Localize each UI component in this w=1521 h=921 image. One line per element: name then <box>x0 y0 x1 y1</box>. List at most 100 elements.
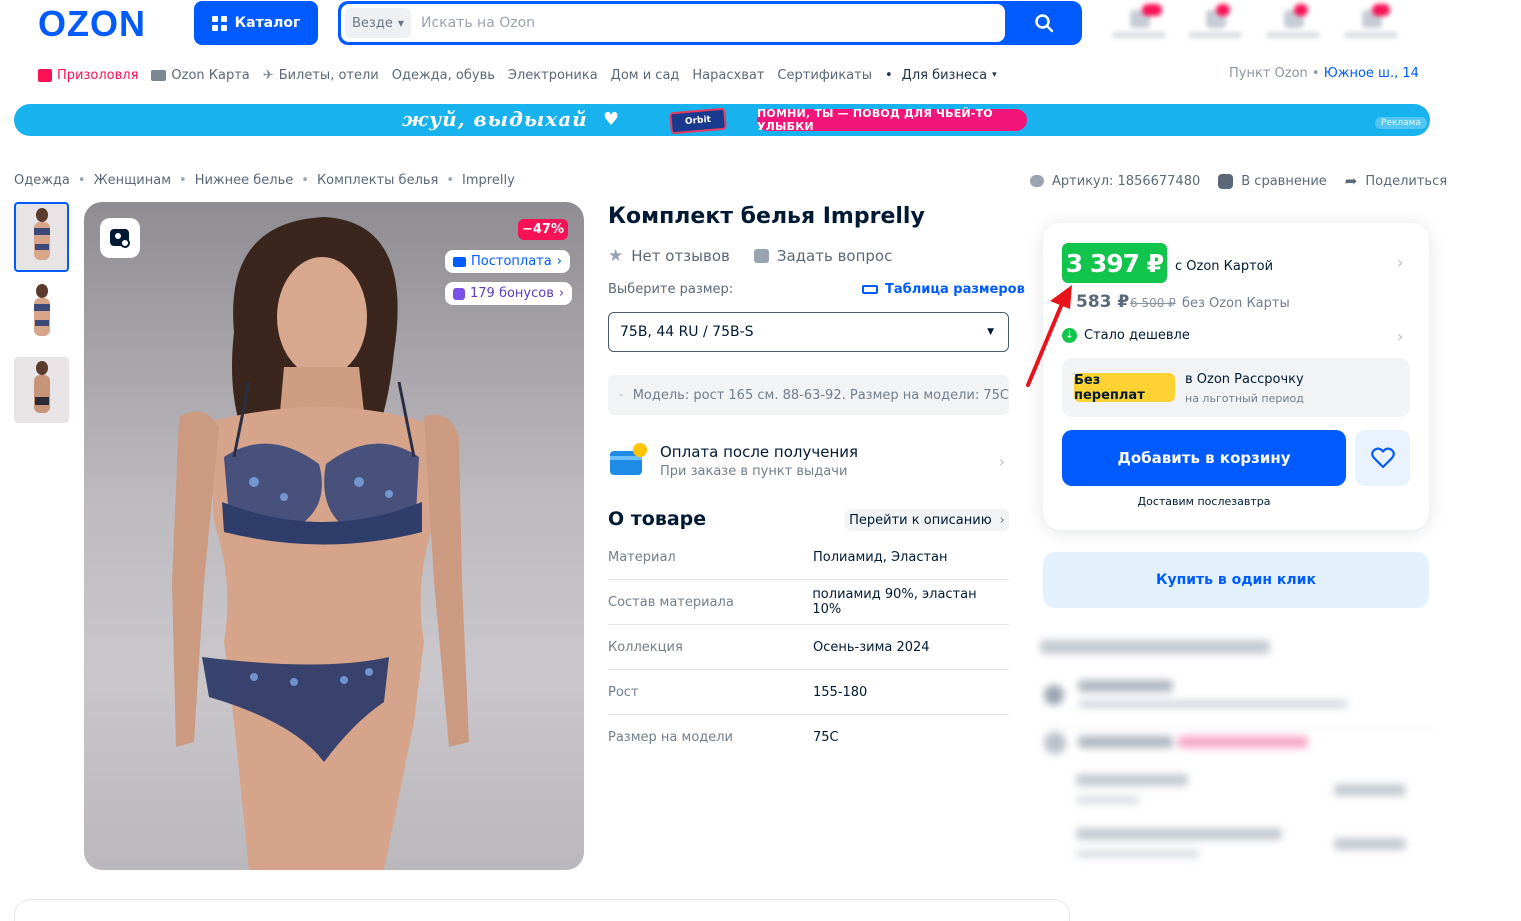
breadcrumb-separator: • <box>179 173 187 188</box>
installment-title: в Ozon Рассрочку <box>1185 372 1304 387</box>
bonus-icon <box>453 287 465 300</box>
article-number[interactable]: Артикул: 1856677480 <box>1030 174 1200 189</box>
nav-item-label: Билеты, отели <box>278 67 379 83</box>
search-icon <box>1035 14 1054 33</box>
reviews-label: Нет отзывов <box>631 247 730 265</box>
add-to-cart-button[interactable]: Добавить в корзину <box>1062 430 1346 486</box>
pay-after-receipt[interactable]: Оплата после получения При заказе в пунк… <box>608 438 1009 484</box>
favorites-icon[interactable] <box>1264 4 1322 40</box>
breadcrumb-item[interactable]: Женщинам <box>94 173 171 188</box>
model-info-text: Модель: рост 165 см. 88-63-92. Размер на… <box>632 387 1009 403</box>
nav-item-prizes[interactable]: Призоловля <box>38 68 138 83</box>
breadcrumb-separator: • <box>77 173 86 188</box>
search-button[interactable] <box>1018 8 1070 38</box>
nav-item-certificates[interactable]: Сертификаты <box>777 68 872 83</box>
postpay-label: Постоплата <box>471 254 552 269</box>
spec-key: Состав материала <box>608 594 734 610</box>
ozon-logo[interactable]: OZON <box>38 6 146 42</box>
nav-item-electronics[interactable]: Электроника <box>508 68 598 83</box>
chevron-right-icon[interactable]: › <box>1397 253 1403 272</box>
search-scope-select[interactable]: Везде ▼ <box>345 8 411 38</box>
breadcrumb-separator: • <box>301 173 309 188</box>
spec-value: 155-180 <box>813 684 868 700</box>
banner-slogan: жуй, выдыхай <box>402 107 588 131</box>
plane-icon: ✈ <box>262 67 274 83</box>
pay-text: Оплата после получения При заказе в пунк… <box>660 443 858 479</box>
reviews-row: ★ Нет отзывов Задать вопрос <box>608 246 892 266</box>
old-price: 6 500 ₽ <box>1130 296 1176 310</box>
pickup-point[interactable]: Пункт Ozon • Южное ш., 14 <box>1229 66 1419 81</box>
spec-row: Рост 155-180 <box>608 670 1009 715</box>
delivery-info: Доставим послезавтра <box>1137 495 1271 508</box>
heart-icon: ♥ <box>603 109 620 130</box>
search-scope-label: Везде <box>352 15 393 31</box>
postpay-pill[interactable]: Постоплата › <box>445 250 570 273</box>
breadcrumb: Одежда • Женщинам • Нижнее белье • Комплект… <box>14 173 515 188</box>
bonus-label: 179 бонусов <box>470 286 554 301</box>
search-input[interactable] <box>421 8 981 38</box>
spec-value: полиамид 90%, эластан 10% <box>812 587 977 617</box>
nav-item-clothes[interactable]: Одежда, обувь <box>392 68 495 83</box>
grid-icon <box>211 15 227 31</box>
catalog-label: Каталог <box>234 15 301 31</box>
wallet-icon <box>453 256 466 267</box>
ruler-icon <box>862 285 878 294</box>
chat-icon <box>1030 175 1044 187</box>
nav-item-ozon-card[interactable]: Ozon Карта <box>151 67 250 83</box>
breadcrumb-item[interactable]: Нижнее белье <box>195 173 294 188</box>
ask-question-link[interactable]: Задать вопрос <box>753 247 892 265</box>
breadcrumb-item[interactable]: Одежда <box>14 173 70 188</box>
thumbnail-3[interactable] <box>14 357 69 423</box>
spec-value: Полиамид, Эластан <box>813 549 948 565</box>
spec-key: Коллекция <box>608 639 683 655</box>
breadcrumb-item[interactable]: Комплекты белья <box>317 173 438 188</box>
size-table-label: Таблица размеров <box>885 282 1025 297</box>
buy-one-click-button[interactable]: Купить в один клик <box>1043 552 1429 608</box>
nav-item-trending[interactable]: Нарасхват <box>692 68 764 83</box>
price-dropped[interactable]: ↓ Стало дешевле <box>1062 328 1190 343</box>
chevron-down-icon: ▾ <box>992 70 997 80</box>
spec-row: Размер на модели 75C <box>608 715 1009 760</box>
nav-item-label: Ozon Карта <box>171 67 250 83</box>
size-table-link[interactable]: Таблица размеров <box>862 282 1025 297</box>
pay-subtitle: При заказе в пункт выдачи <box>660 464 848 479</box>
breadcrumb-item[interactable]: Imprelly <box>462 173 515 188</box>
chevron-right-icon[interactable]: › <box>1397 327 1403 346</box>
nav-item-business[interactable]: • Для бизнеса ▾ <box>885 68 997 83</box>
catalog-button[interactable]: Каталог <box>194 1 318 45</box>
compare-label: В сравнение <box>1241 173 1327 189</box>
selected-size: 75B, 44 RU / 75B-S <box>620 324 754 340</box>
thumbnail-2[interactable] <box>14 280 69 346</box>
goto-description-button[interactable]: Перейти к описанию › <box>845 509 1009 531</box>
reviews-link[interactable]: ★ Нет отзывов <box>608 246 730 266</box>
nav-item-tickets[interactable]: ✈ Билеты, отели <box>263 68 379 83</box>
profile-icon[interactable] <box>1186 4 1244 40</box>
orders-icon[interactable] <box>1110 4 1168 40</box>
question-icon <box>753 249 769 263</box>
image-search-button[interactable] <box>100 218 140 258</box>
pickup-address: Южное ш., 14 <box>1323 66 1419 81</box>
installment-badge: Без переплат <box>1074 373 1175 403</box>
cart-icon[interactable] <box>1342 4 1400 40</box>
spec-row: Коллекция Осень-зима 2024 <box>608 625 1009 670</box>
ozon-card-price-label: с Ozon Картой <box>1175 259 1274 274</box>
ozon-card-price: 3 397 ₽ <box>1062 243 1167 283</box>
compare-button[interactable]: В сравнение <box>1218 173 1327 189</box>
bottom-section-card <box>14 899 1070 921</box>
share-button[interactable]: ➦ Поделиться <box>1345 172 1447 190</box>
goto-description-label: Перейти к описанию <box>849 512 992 528</box>
thumbnail-1[interactable] <box>14 202 69 272</box>
pickup-label: Пункт Ozon <box>1229 66 1308 81</box>
thumbnail-image <box>33 208 50 260</box>
article-text: Артикул: 1856677480 <box>1052 173 1201 189</box>
chevron-right-icon: › <box>556 254 562 269</box>
caret-down-icon: ▼ <box>397 18 404 28</box>
nav-item-home[interactable]: Дом и сад <box>611 68 680 83</box>
star-icon: ★ <box>608 246 624 266</box>
favorite-button[interactable] <box>1355 430 1410 486</box>
size-select[interactable]: 75B, 44 RU / 75B-S ▼ <box>608 312 1009 352</box>
share-icon: ➦ <box>1344 172 1358 190</box>
pay-title: Оплата после получения <box>660 443 859 461</box>
bonus-pill[interactable]: 179 бонусов › <box>445 282 573 305</box>
chevron-right-icon: › <box>558 286 565 301</box>
